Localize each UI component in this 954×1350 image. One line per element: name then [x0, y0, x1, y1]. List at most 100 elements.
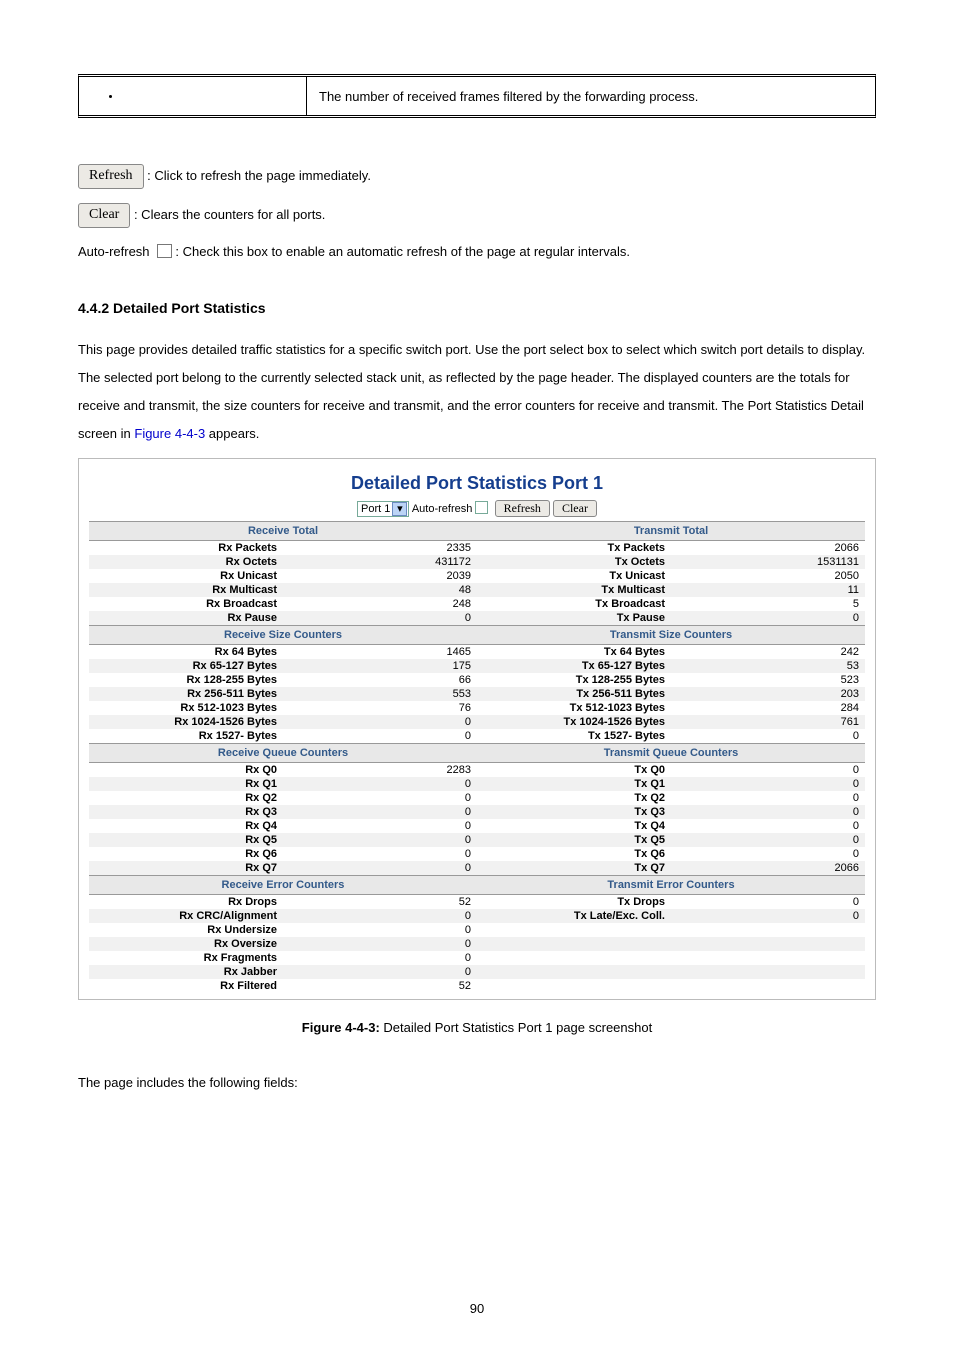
stats-table: Receive TotalTransmit TotalRx Packets233… [89, 521, 865, 993]
rx-label: Rx Oversize [89, 937, 283, 951]
table-row: Rx Q02283Tx Q00 [89, 763, 865, 778]
rx-value: 2283 [283, 763, 477, 778]
rx-value: 0 [283, 861, 477, 876]
table-row: Rx Oversize0 [89, 937, 865, 951]
rx-value: 553 [283, 687, 477, 701]
tx-label: Tx Q4 [477, 819, 671, 833]
rx-label: Rx Q2 [89, 791, 283, 805]
clear-button[interactable]: Clear [78, 203, 130, 228]
rx-label: Rx Multicast [89, 583, 283, 597]
autorefresh-checkbox[interactable] [157, 244, 172, 258]
rx-value: 0 [283, 819, 477, 833]
tx-label: Tx Pause [477, 611, 671, 626]
bullet-icon [109, 95, 112, 98]
tx-label: Tx 1024-1526 Bytes [477, 715, 671, 729]
definition-text: The number of received frames filtered b… [307, 89, 875, 104]
table-row: Rx Pause0Tx Pause0 [89, 611, 865, 626]
rx-value: 175 [283, 659, 477, 673]
tx-value: 2050 [671, 569, 865, 583]
rx-value: 48 [283, 583, 477, 597]
port-select[interactable]: Port 1▾ [357, 501, 409, 517]
autorefresh-mini-checkbox[interactable] [475, 501, 488, 514]
tx-value: 0 [671, 805, 865, 819]
tx-label: Tx Q2 [477, 791, 671, 805]
table-row: Rx 256-511 Bytes553Tx 256-511 Bytes203 [89, 687, 865, 701]
tx-label: Tx Q7 [477, 861, 671, 876]
rx-value: 0 [283, 729, 477, 744]
rx-label: Rx Drops [89, 895, 283, 910]
figure-link[interactable]: Figure 4-4-3 [134, 426, 205, 441]
rx-label: Rx 1527- Bytes [89, 729, 283, 744]
clear-desc: : Clears the counters for all ports. [134, 207, 325, 222]
rx-label: Rx Broadcast [89, 597, 283, 611]
tx-value: 0 [671, 729, 865, 744]
tx-label: Tx 256-511 Bytes [477, 687, 671, 701]
clear-mini-button[interactable]: Clear [553, 500, 597, 517]
tx-label: Tx 65-127 Bytes [477, 659, 671, 673]
tx-value [671, 965, 865, 979]
rx-label: Rx Packets [89, 541, 283, 556]
definition-row: The number of received frames filtered b… [78, 74, 876, 118]
rx-label: Rx 256-511 Bytes [89, 687, 283, 701]
rx-value: 0 [283, 805, 477, 819]
tx-value [671, 979, 865, 993]
table-row: Rx Packets2335Tx Packets2066 [89, 541, 865, 556]
rx-value: 0 [283, 951, 477, 965]
tx-label: Tx Multicast [477, 583, 671, 597]
table-row: Rx Q40Tx Q40 [89, 819, 865, 833]
tx-value: 0 [671, 895, 865, 910]
table-row: Rx Fragments0 [89, 951, 865, 965]
rx-value: 0 [283, 833, 477, 847]
tx-value: 242 [671, 645, 865, 660]
tx-value: 2066 [671, 861, 865, 876]
section-heading: 4.4.2 Detailed Port Statistics [78, 300, 876, 316]
group-header: Transmit Queue Counters [477, 744, 865, 763]
tx-label [477, 965, 671, 979]
refresh-mini-button[interactable]: Refresh [495, 500, 550, 517]
tx-label: Tx Unicast [477, 569, 671, 583]
table-row: Rx 64 Bytes1465Tx 64 Bytes242 [89, 645, 865, 660]
table-row: Rx Multicast48Tx Multicast11 [89, 583, 865, 597]
tx-value [671, 951, 865, 965]
tx-label [477, 951, 671, 965]
rx-label: Rx Octets [89, 555, 283, 569]
tx-value: 0 [671, 777, 865, 791]
group-header: Receive Size Counters [89, 626, 477, 645]
group-header: Receive Error Counters [89, 876, 477, 895]
tx-label: Tx Q5 [477, 833, 671, 847]
tx-label: Tx Packets [477, 541, 671, 556]
tx-label: Tx Octets [477, 555, 671, 569]
group-header: Transmit Size Counters [477, 626, 865, 645]
tx-label: Tx Q6 [477, 847, 671, 861]
rx-label: Rx Q4 [89, 819, 283, 833]
autorefresh-mini-label: Auto-refresh [412, 503, 473, 515]
rx-value: 66 [283, 673, 477, 687]
table-row: Rx Q10Tx Q10 [89, 777, 865, 791]
tx-value: 2066 [671, 541, 865, 556]
tx-value: 284 [671, 701, 865, 715]
rx-value: 0 [283, 909, 477, 923]
page-number: 90 [0, 1301, 954, 1316]
chevron-down-icon: ▾ [392, 502, 407, 516]
table-row: Rx 128-255 Bytes66Tx 128-255 Bytes523 [89, 673, 865, 687]
rx-value: 431172 [283, 555, 477, 569]
tx-label: Tx 128-255 Bytes [477, 673, 671, 687]
tx-label [477, 979, 671, 993]
rx-value: 52 [283, 979, 477, 993]
refresh-button[interactable]: Refresh [78, 164, 144, 189]
tx-value: 0 [671, 909, 865, 923]
refresh-desc: : Click to refresh the page immediately. [147, 168, 371, 183]
tx-label: Tx Q3 [477, 805, 671, 819]
rx-label: Rx Unicast [89, 569, 283, 583]
rx-label: Rx Pause [89, 611, 283, 626]
rx-label: Rx Q3 [89, 805, 283, 819]
tx-label: Tx Q1 [477, 777, 671, 791]
table-row: Rx Undersize0 [89, 923, 865, 937]
rx-value: 0 [283, 965, 477, 979]
autorefresh-label: Auto-refresh [78, 244, 150, 259]
tx-value [671, 923, 865, 937]
tx-value: 1531131 [671, 555, 865, 569]
rx-label: Rx 64 Bytes [89, 645, 283, 660]
tx-value: 523 [671, 673, 865, 687]
tx-value: 203 [671, 687, 865, 701]
